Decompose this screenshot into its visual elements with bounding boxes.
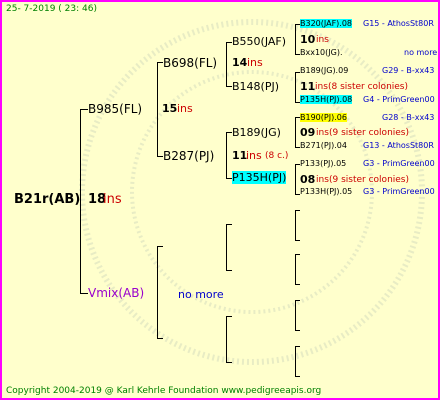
gen3-p135-ins-num: 08 (300, 173, 316, 186)
gen2-empty-bracket-1-top (226, 224, 232, 225)
gen3-empty-bracket-2-bottom (295, 284, 300, 285)
gen3-b189jg-note: (9 sister colonies) (329, 128, 410, 138)
timestamp: 25- 7-2019 ( 23: 46) (6, 4, 97, 14)
gen3-b148-ins-num: 11 (300, 80, 316, 93)
gen3-empty-bracket-4-bottom (295, 376, 300, 377)
gen3-empty-bracket-4 (295, 346, 296, 376)
gen2-empty-bracket-2-top (226, 316, 232, 317)
gen3-b189jg-ins-label: ins (316, 128, 329, 138)
gen4-source-3: G4 - PrimGreen00 (363, 95, 435, 104)
gen3-p135-bracket (295, 164, 296, 194)
gen4-entry-2[interactable]: B189(JG).09 (300, 66, 348, 75)
gen3-empty-bracket-1 (295, 210, 296, 240)
root-ins-label: ins (103, 192, 122, 207)
gen4-entry-5[interactable]: B271(PJ).04 (300, 141, 347, 150)
gen3-empty-bracket-3-bottom (295, 330, 300, 331)
gen3-empty-bracket-3 (295, 300, 296, 330)
gen4-source-4: G28 - B-xx43 (382, 113, 435, 122)
gen4-entry-4[interactable]: B190(PJ).06 (300, 113, 347, 122)
gen2-b698-ins-label: ins (247, 56, 263, 69)
gen4-entry-3[interactable]: P135H(PJ).08 (300, 95, 353, 104)
gen4-source-5: G13 - AthosSt80R (363, 141, 434, 150)
gen3-b189-bracket (295, 117, 296, 147)
gen3-b148-ins-label: ins (315, 82, 328, 92)
root-bracket (80, 109, 81, 293)
gen4-source-1: no more (404, 48, 438, 57)
gen4-entry-0[interactable]: B320(JAF).08 (300, 19, 353, 28)
root-id[interactable]: B21r(AB) (14, 192, 80, 207)
gen1-bottom-note: no more (178, 288, 224, 301)
gen2-b698-id[interactable]: B698(FL) (163, 56, 217, 70)
gen1-bottom-id[interactable]: Vmix(AB) (88, 286, 144, 300)
gen2-b698-ins-num: 14 (232, 56, 248, 69)
gen3-b148-note: (8 sister colonies) (328, 82, 409, 92)
gen3-b189jg-ins-num: 09 (300, 126, 316, 139)
gen4-source-2: G29 - B-xx43 (382, 66, 435, 75)
gen2-empty-bracket-1-bottom (226, 270, 232, 271)
gen4-source-7: G3 - PrimGreen00 (363, 187, 435, 196)
gen1-top-ins-label: ins (177, 102, 193, 115)
gen3-empty-bracket-1-bottom (295, 240, 300, 241)
gen3-p135-ins-label: ins (316, 175, 329, 185)
gen1-bottom-bracket-top (157, 246, 163, 247)
gen3-empty-bracket-3-top (295, 300, 300, 301)
gen4-source-6: G3 - PrimGreen00 (363, 159, 435, 168)
gen3-empty-bracket-4-top (295, 346, 300, 347)
gen3-p135-id[interactable]: P135H(PJ) (232, 171, 287, 184)
gen2-b698-bracket (226, 42, 227, 86)
gen2-b287-id[interactable]: B287(PJ) (163, 149, 214, 163)
gen3-b550-ins-label: ins (316, 35, 329, 45)
gen3-b550-ins-num: 10 (300, 33, 316, 46)
gen3-p135-note: (9 sister colonies) (329, 175, 410, 185)
gen1-top-ins-num: 15 (162, 102, 178, 115)
root-bracket-top (80, 109, 88, 110)
gen3-b550-bracket (295, 24, 296, 54)
gen3-b550-id[interactable]: B550(JAF) (232, 35, 286, 48)
gen3-b189jg-id[interactable]: B189(JG) (232, 126, 281, 139)
gen2-empty-bracket-1 (226, 224, 227, 270)
gen2-empty-bracket-2-bottom (226, 362, 232, 363)
gen1-bottom-bracket-bottom (157, 338, 163, 339)
gen2-b287-extra: (8 c.) (265, 151, 289, 161)
footer-copyright: Copyright 2004-2019 @ Karl Kehrle Founda… (6, 386, 322, 396)
gen4-entry-6[interactable]: P133(PJ).05 (300, 159, 346, 168)
gen1-top-id[interactable]: B985(FL) (88, 102, 142, 116)
gen2-b287-ins-label: ins (246, 149, 262, 162)
gen3-b148-id[interactable]: B148(PJ) (232, 80, 279, 93)
gen4-source-0: G15 - AthosSt80R (363, 19, 434, 28)
gen1-bottom-bracket (157, 246, 158, 338)
gen3-empty-bracket-2-top (295, 254, 300, 255)
root-bracket-bottom (80, 293, 88, 294)
gen4-entry-1[interactable]: Bxx10(JG). (300, 48, 342, 57)
gen3-b148-bracket (295, 72, 296, 102)
pedigree-frame: 25- 7-2019 ( 23: 46) B21r(AB) 18 ins B98… (0, 0, 440, 400)
gen3-empty-bracket-2 (295, 254, 296, 284)
gen2-empty-bracket-2 (226, 316, 227, 362)
gen1-top-bracket (157, 62, 158, 156)
gen4-entry-7[interactable]: P133H(PJ).05 (300, 187, 352, 196)
gen3-empty-bracket-1-top (295, 210, 300, 211)
gen2-b287-bracket (226, 132, 227, 178)
